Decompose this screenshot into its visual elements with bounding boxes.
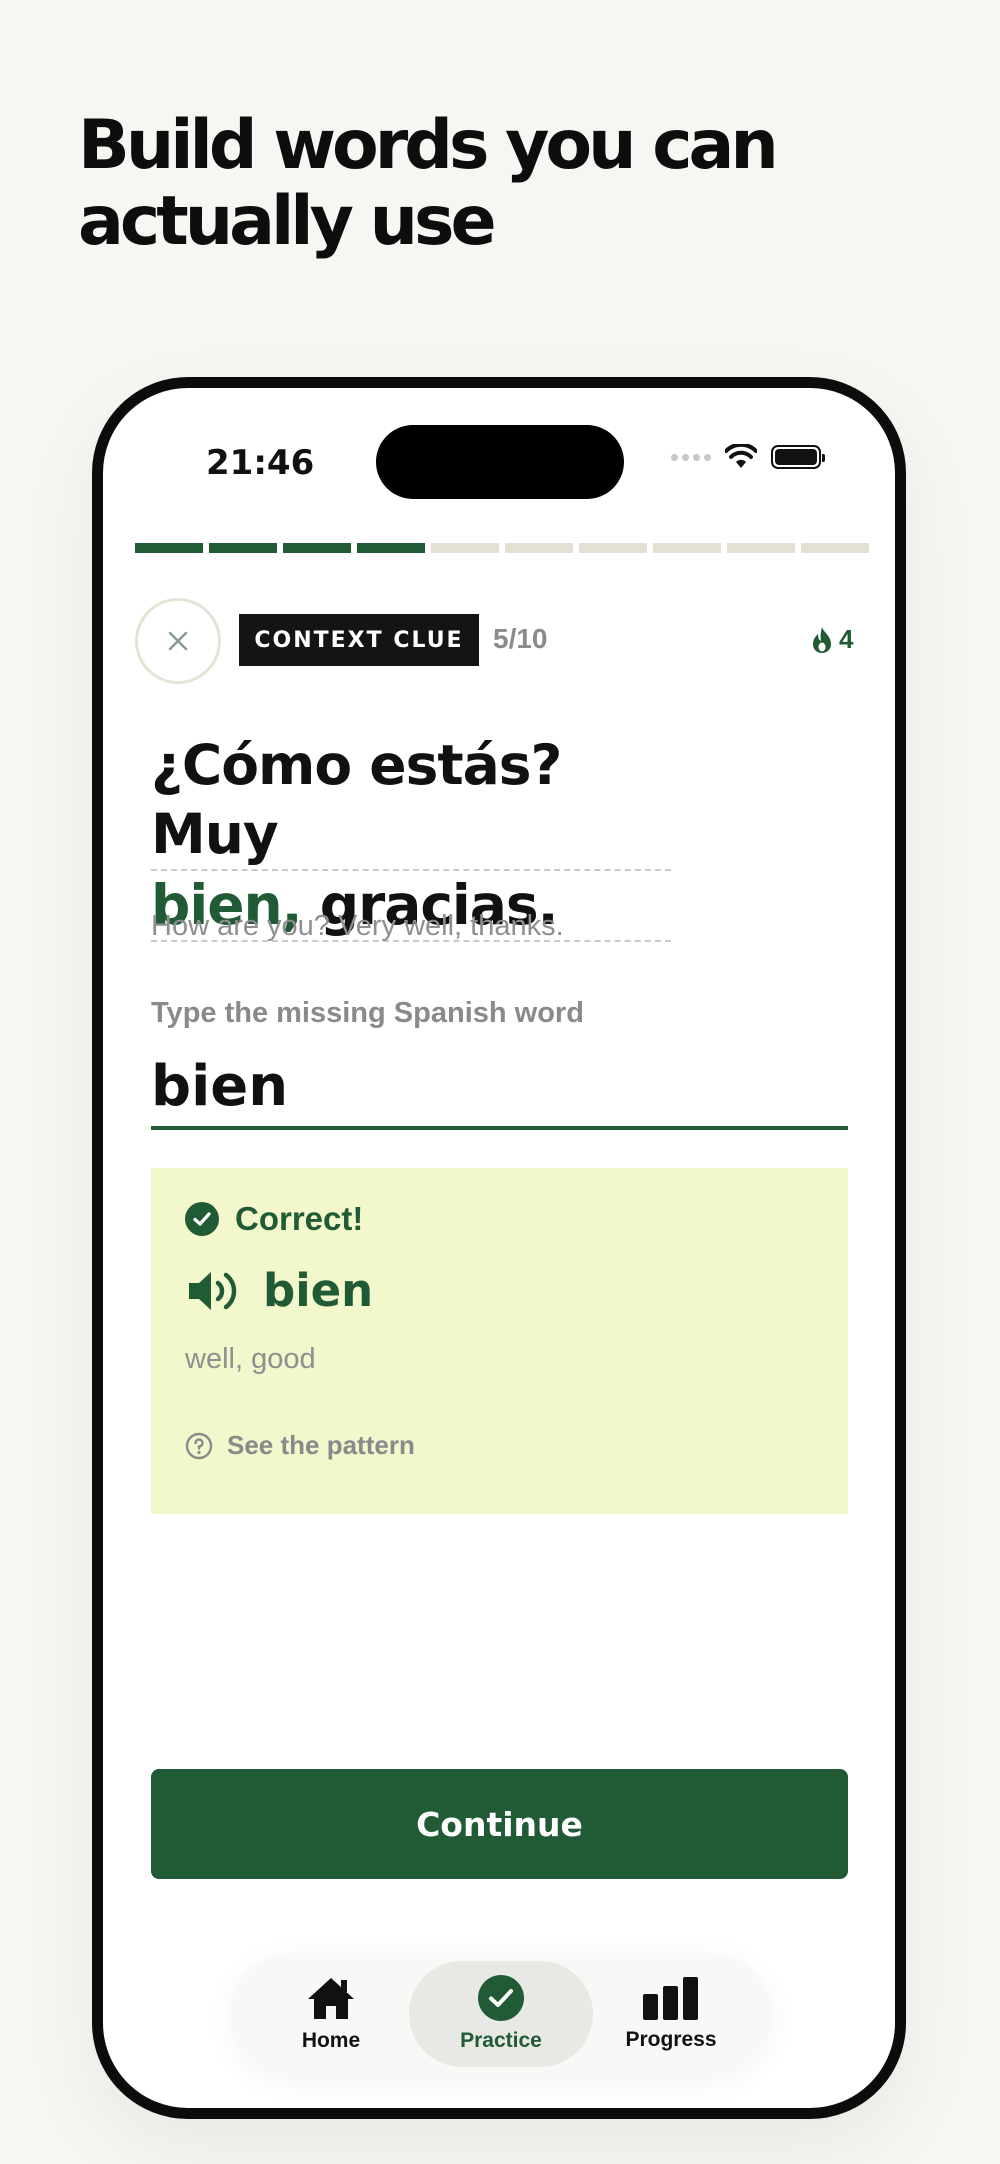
streak-count: 4 — [839, 624, 854, 654]
dynamic-island — [376, 425, 624, 499]
wifi-icon — [725, 444, 757, 468]
feedback-word: bien — [185, 1264, 373, 1317]
tab-progress-label: Progress — [625, 2028, 717, 2051]
progress-segment — [209, 543, 277, 553]
progress-segment — [357, 543, 425, 553]
progress-segment — [801, 543, 869, 553]
tab-practice-label: Practice — [460, 2029, 542, 2052]
help-circle-icon — [185, 1432, 213, 1459]
bottom-tab-bar: Home Practice Progress — [231, 1953, 771, 2075]
signal-icon — [671, 453, 711, 461]
close-button[interactable] — [135, 598, 221, 684]
streak-indicator: 4 — [811, 624, 853, 655]
headline-line-2: actually use — [78, 182, 497, 261]
status-time: 21:46 — [206, 443, 315, 483]
continue-button[interactable]: Continue — [151, 1769, 848, 1879]
feedback-meaning: well, good — [185, 1343, 316, 1375]
phone-frame: 21:46 CONTEXT CLUE 5/10 4 ¿Cómo estás? M… — [92, 377, 906, 2119]
tab-progress[interactable]: Progress — [579, 1961, 763, 2067]
progress-segment — [135, 543, 203, 553]
home-icon — [308, 1978, 354, 2019]
battery-icon — [771, 445, 825, 469]
flame-icon — [813, 626, 831, 653]
see-pattern-text: See the pattern — [227, 1430, 415, 1460]
progress-segment — [505, 543, 573, 553]
answer-input[interactable] — [151, 1046, 848, 1130]
progress-segment — [653, 543, 721, 553]
question-counter: 5/10 — [493, 623, 548, 654]
see-pattern-link[interactable]: See the pattern — [185, 1430, 415, 1461]
feedback-title: Correct! — [185, 1200, 363, 1238]
answer-prompt-label: Type the missing Spanish word — [151, 997, 584, 1029]
close-icon — [168, 631, 188, 651]
progress-segment — [431, 543, 499, 553]
feedback-word-text: bien — [263, 1264, 374, 1317]
tab-home-label: Home — [301, 2029, 361, 2052]
context-clue-badge: CONTEXT CLUE — [239, 614, 479, 666]
progress-segment — [283, 543, 351, 553]
status-icons — [671, 444, 825, 470]
lesson-progress-bar — [135, 543, 869, 553]
check-circle-icon — [185, 1202, 219, 1236]
sentence-line-1: ¿Cómo estás? Muy — [151, 731, 671, 871]
sentence-translation: How are you? Very well, thanks. — [151, 910, 564, 942]
check-circle-icon — [478, 1975, 524, 2021]
progress-segment — [579, 543, 647, 553]
tab-home[interactable]: Home — [239, 1961, 423, 2067]
bar-chart-icon — [643, 1977, 698, 2020]
progress-segment — [727, 543, 795, 553]
headline-line-1: Build words you can — [78, 106, 779, 185]
speaker-icon[interactable] — [185, 1269, 241, 1313]
tab-practice[interactable]: Practice — [409, 1961, 593, 2067]
page-headline: Build words you can actually use — [78, 108, 838, 260]
feedback-title-text: Correct! — [235, 1200, 364, 1237]
feedback-panel: Correct! bien well, good See the pattern — [151, 1168, 848, 1514]
